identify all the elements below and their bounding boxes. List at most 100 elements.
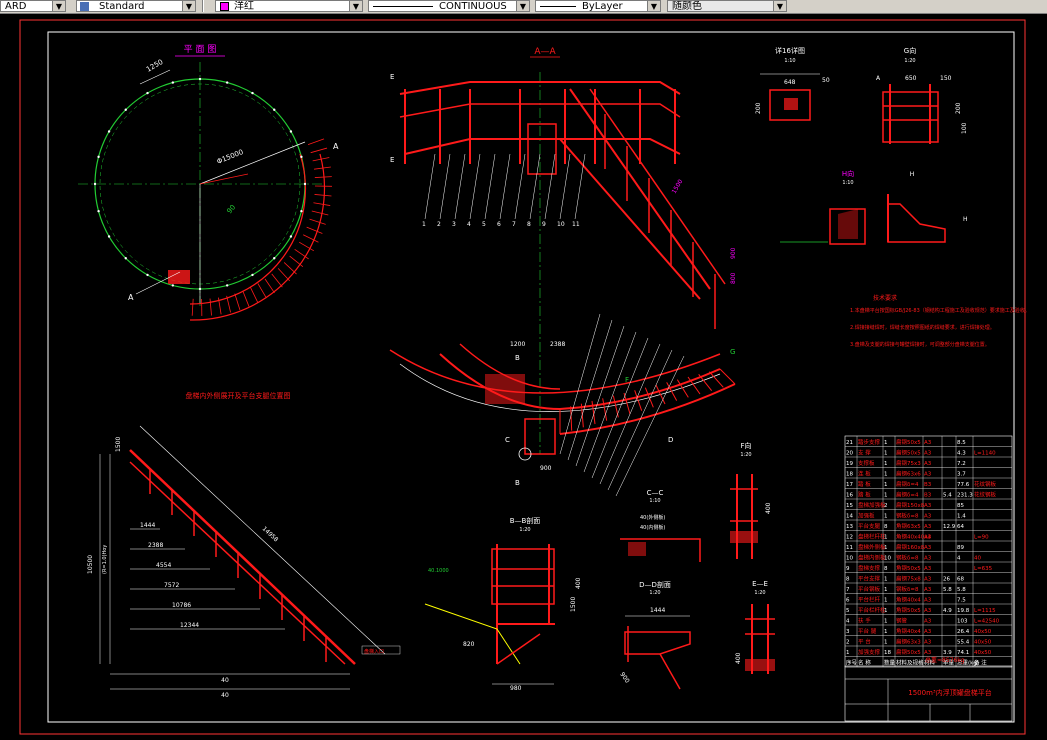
note-3: 3.盘梯及支腿的焊接与罐壁焊接时，可调整部分盘梯支腿位置。 (850, 341, 990, 348)
bom-cell: 扁钢150x8 (896, 501, 925, 509)
bom-cell: 40x50 (974, 629, 992, 635)
detail-16-dim: 648 (784, 79, 796, 86)
bom-cell: 19 (846, 461, 853, 467)
detail-g-title: G向 (904, 46, 916, 55)
bom-cell: 20 (846, 451, 853, 457)
bom-cell: 5 (846, 608, 850, 614)
svg-text:1500: 1500 (570, 597, 577, 612)
bom-cell: 平台 腿 (858, 627, 877, 635)
svg-text:40: 40 (221, 677, 229, 684)
title-block-name: 1500m³内浮顶罐盘梯平台 (908, 688, 991, 697)
svg-text:F: F (625, 376, 629, 384)
svg-text:2: 2 (437, 221, 441, 228)
bom-cell: L=42540 (974, 619, 1000, 625)
svg-text:9: 9 (542, 221, 546, 228)
color-combo[interactable]: 随颜色 ▼ (667, 0, 787, 12)
svg-text:40.1000: 40.1000 (428, 568, 449, 574)
svg-text:7: 7 (512, 221, 516, 228)
svg-text:40: 40 (221, 692, 229, 699)
svg-text:900: 900 (618, 671, 630, 685)
plan-angle-dim: 90 (225, 203, 237, 215)
section-bb-title: B—B剖面 (510, 516, 541, 525)
bom-cell: 7.2 (957, 461, 966, 467)
svg-text:40(外侧板): 40(外侧板) (640, 514, 665, 521)
bom-cell: 12 (846, 535, 853, 541)
svg-text:2388: 2388 (148, 542, 163, 549)
detail-16: 详16详图 1:10 50 648 200 (755, 46, 830, 120)
bom-cell: 1 (884, 461, 888, 467)
bom-cell: 3.9 (943, 650, 952, 656)
plan-diameter-dim: Φ15000 (216, 148, 245, 166)
bom-cell: 11 (846, 545, 853, 551)
svg-text:820: 820 (463, 641, 475, 648)
bom-cell: A3 (924, 629, 932, 635)
bom-cell: 8 (884, 566, 888, 572)
layer-combo[interactable]: 洋红 ▼ (215, 0, 363, 12)
svg-text:盘梯入口: 盘梯入口 (364, 648, 384, 655)
drawing-canvas[interactable]: 平 面 图 Φ15000 90 1250 A A A—A (0, 14, 1047, 736)
bom-cell: 7.5 (957, 598, 966, 604)
svg-text:D: D (668, 436, 673, 444)
bom-cell: B3 (924, 482, 932, 488)
bom-cell: 盘梯加强板 (858, 501, 886, 509)
svg-text:100: 100 (961, 122, 968, 134)
svg-text:10500: 10500 (87, 555, 94, 574)
section-ee: E—E 1:20 400 (735, 580, 775, 674)
bom-cell: 74.1 (957, 650, 969, 656)
svg-text:1:20: 1:20 (754, 590, 765, 596)
svg-text:980: 980 (510, 685, 522, 692)
bom-cell: 扁钢δ=4 (896, 480, 919, 488)
textstyle-combo[interactable]: Standard ▼ (76, 0, 196, 12)
stair-unfold: 盘梯内外侧展开及平台支腿位置图 14958 144423884554757210… (87, 391, 400, 699)
note-2: 2.焊接接缝焊时，焊缝长度按照图纸的焊缝要求，进行焊接处理。 (850, 324, 995, 331)
svg-text:6: 6 (497, 221, 501, 228)
bom-cell: 扁钢75x3 (896, 459, 921, 467)
bom-cell: 1.4 (957, 514, 966, 520)
bom-cell: 1 (884, 514, 888, 520)
bom-cell: 4.9 (943, 608, 952, 614)
plan-section-a-top: A (333, 142, 339, 151)
svg-text:C: C (505, 436, 510, 444)
bom-cell: 钢板δ=8 (896, 512, 919, 520)
curve-dim-900: 900 (540, 465, 552, 472)
plan-platform (168, 270, 190, 284)
chevron-down-icon[interactable]: ▼ (647, 1, 660, 12)
bom-cell: 68 (957, 577, 964, 583)
bom-cell: 12.9 (943, 524, 956, 530)
svg-text:10786: 10786 (172, 602, 191, 609)
bom-cell: 85 (957, 503, 964, 509)
chevron-down-icon[interactable]: ▼ (182, 1, 195, 12)
bom-cell: 4 (957, 556, 961, 562)
bom-cell: 平台支腿 (858, 522, 881, 530)
textstyle-left-combo[interactable]: ARD ▼ (0, 0, 66, 12)
chevron-down-icon[interactable]: ▼ (52, 1, 65, 12)
bom-cell: 1 (884, 608, 888, 614)
bom-cell: A3 (924, 451, 932, 457)
svg-text:B: B (515, 479, 520, 487)
detail-h: H向 H 1:10 H (780, 169, 968, 244)
bom-cell: 5.8 (957, 587, 966, 593)
svg-text:1:10: 1:10 (842, 180, 853, 186)
notes-title: 技术要求 (873, 294, 897, 302)
bom-cell: A3 (924, 566, 932, 572)
bom-cell: A3 (924, 619, 932, 625)
svg-text:1:20: 1:20 (904, 58, 915, 64)
bom-cell: 55.4 (957, 640, 970, 646)
bom-cell: 角钢40x4 (896, 627, 921, 635)
bom-cell: 40x50 (974, 640, 992, 646)
chevron-down-icon[interactable]: ▼ (773, 1, 786, 12)
bom-cell: 扁钢50x5 (896, 449, 921, 457)
bom-cell: 26 (943, 577, 950, 583)
bom-cell: 4.3 (957, 451, 966, 457)
chevron-down-icon[interactable]: ▼ (516, 1, 529, 12)
svg-text:1500: 1500 (115, 437, 122, 452)
section-dd: D—D剖面 1:20 1444 900 (618, 580, 690, 689)
bom-cell: 1 (884, 482, 888, 488)
bom-header: 序号 (846, 659, 858, 667)
linetype-combo[interactable]: CONTINUOUS ▼ (368, 0, 530, 12)
bom-cell: 平台栏杆 (858, 596, 881, 604)
svg-text:4554: 4554 (156, 562, 171, 569)
svg-text:B: B (515, 354, 520, 362)
lineweight-combo[interactable]: ByLayer ▼ (535, 0, 661, 12)
chevron-down-icon[interactable]: ▼ (349, 1, 362, 12)
